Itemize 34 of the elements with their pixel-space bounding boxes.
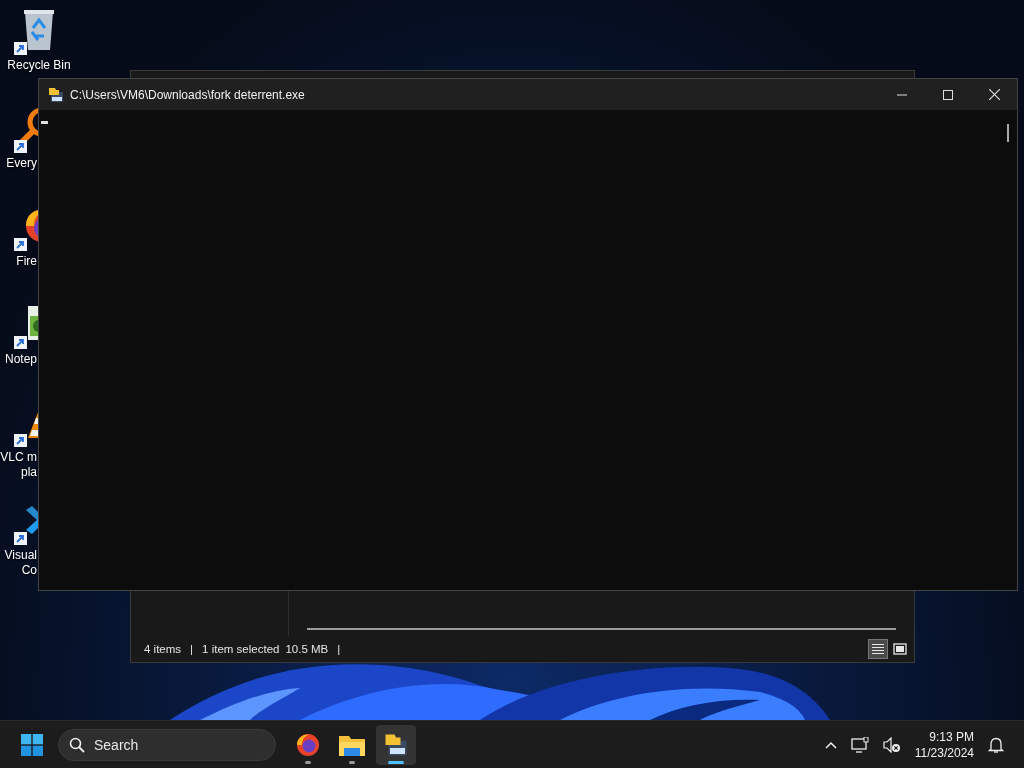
windows-logo-icon bbox=[21, 734, 43, 756]
chevron-up-icon[interactable] bbox=[824, 741, 837, 749]
clock-date[interactable]: 11/23/2024 bbox=[914, 745, 974, 761]
icon-label: Fire bbox=[16, 254, 37, 269]
scrollbar-thumb[interactable] bbox=[1007, 124, 1009, 142]
status-text: 10.5 MB bbox=[285, 643, 329, 655]
status-text: 4 items bbox=[144, 643, 182, 655]
console-app-icon bbox=[384, 733, 408, 757]
console-app-icon bbox=[48, 86, 64, 103]
close-icon bbox=[988, 89, 1000, 100]
search-icon bbox=[69, 737, 85, 753]
browser-icon bbox=[296, 733, 320, 757]
text-cursor bbox=[41, 121, 48, 124]
list-lines-icon bbox=[871, 643, 885, 655]
clock-time[interactable]: 9:13 PM bbox=[929, 729, 974, 745]
console-app-button[interactable] bbox=[376, 725, 416, 765]
window-title: C:\Users\VM6\Downloads\fork deterrent.exe bbox=[70, 87, 305, 102]
icon-label: Every bbox=[6, 156, 37, 171]
folder-icon bbox=[339, 734, 365, 756]
status-text: | bbox=[337, 643, 341, 655]
status-text: 1 item selected bbox=[202, 643, 280, 655]
monitor-network-icon[interactable] bbox=[850, 737, 869, 753]
icon-label: Notep bbox=[4, 352, 37, 367]
status-text: | bbox=[190, 643, 194, 655]
preview-pane-icon bbox=[893, 643, 907, 655]
icon-label: Recycle Bin bbox=[6, 58, 72, 73]
speaker-muted-icon[interactable] bbox=[882, 737, 901, 753]
maximize-icon bbox=[943, 89, 953, 100]
horizontal-scrollbar[interactable] bbox=[307, 628, 896, 630]
details-view-button[interactable] bbox=[868, 639, 888, 659]
icon-label: Visual Co bbox=[4, 548, 37, 578]
bell-icon[interactable] bbox=[988, 736, 1004, 754]
search-field[interactable]: Search bbox=[58, 729, 276, 761]
icon-label: VLC m pla bbox=[0, 450, 37, 480]
